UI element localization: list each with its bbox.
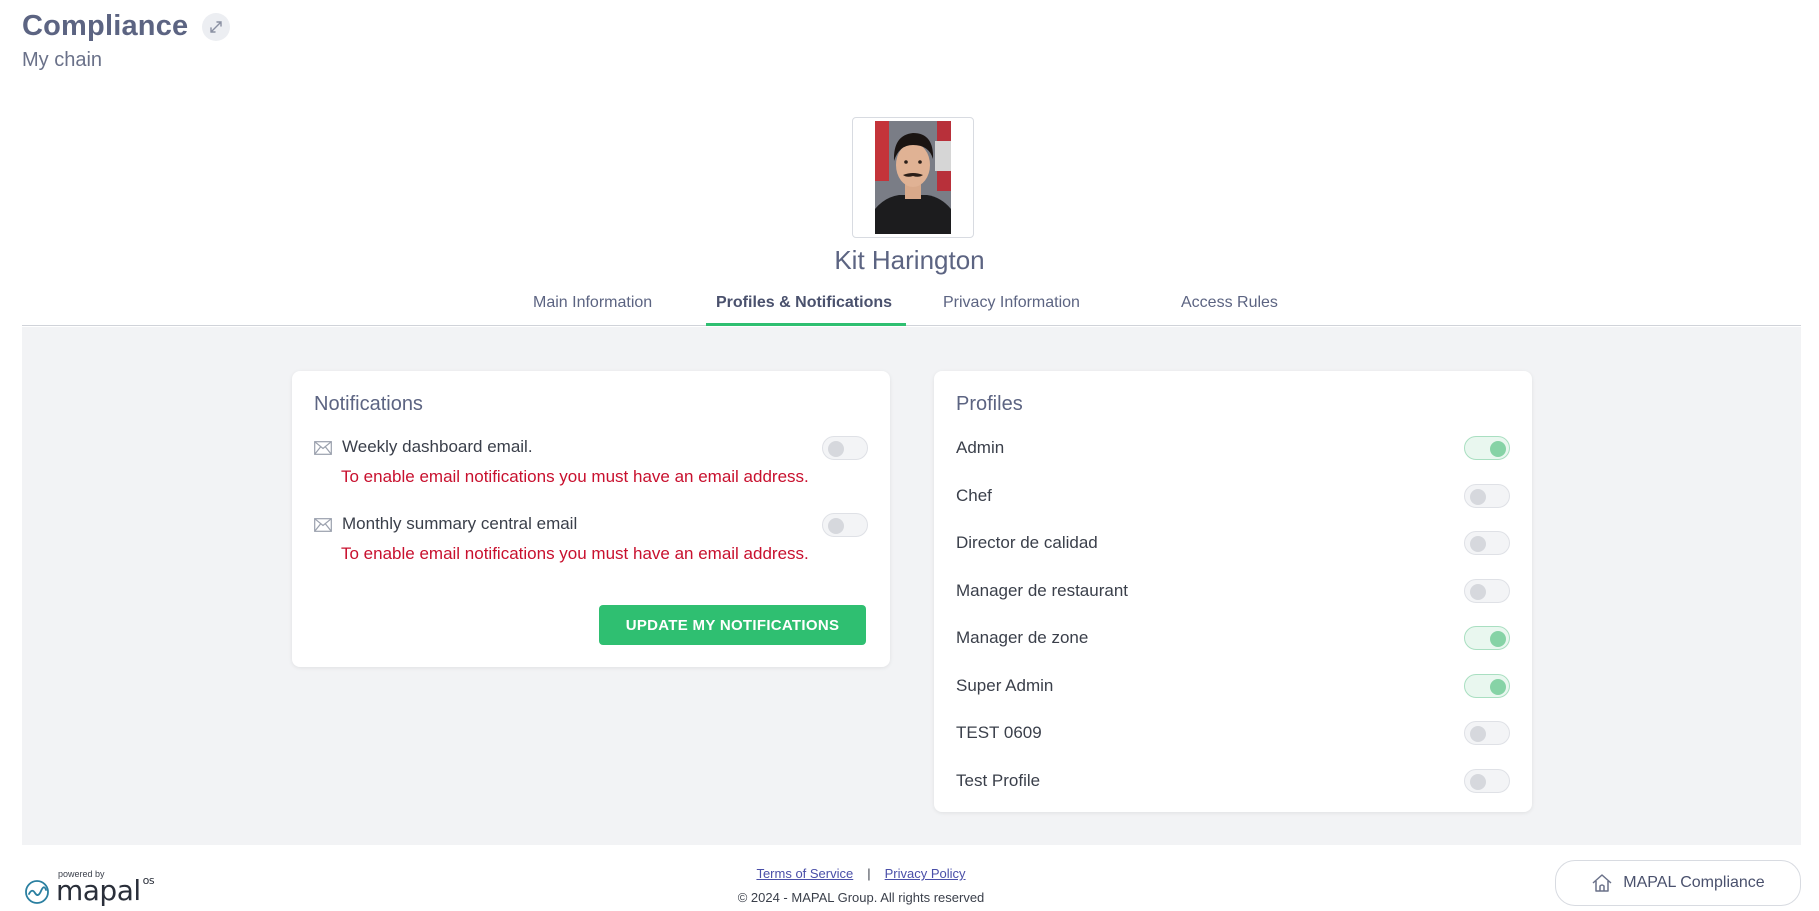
profile-toggle[interactable] bbox=[1464, 531, 1510, 555]
profiles-title: Profiles bbox=[956, 393, 1023, 415]
home-icon bbox=[1592, 874, 1612, 892]
profile-label: Chef bbox=[956, 485, 992, 505]
mail-icon bbox=[314, 518, 332, 532]
profile-item: Admin bbox=[956, 436, 1510, 461]
tab-privacy-information[interactable]: Privacy Information bbox=[943, 294, 1080, 312]
toggle-knob bbox=[1470, 773, 1486, 790]
profiles-card: Profiles Admin Chef Director de calidad Man… bbox=[934, 371, 1532, 812]
notification-label: Weekly dashboard email. bbox=[342, 437, 533, 456]
content-area bbox=[22, 327, 1801, 845]
mail-icon bbox=[314, 441, 332, 455]
mapal-compliance-button[interactable]: MAPAL Compliance bbox=[1555, 860, 1801, 906]
toggle-knob bbox=[1490, 678, 1506, 695]
profile-item: TEST 0609 bbox=[956, 721, 1510, 746]
notification-label: Monthly summary central email bbox=[342, 514, 578, 533]
notifications-title: Notifications bbox=[314, 393, 423, 415]
profile-item: Director de calidad bbox=[956, 531, 1510, 556]
toggle-knob bbox=[1470, 488, 1486, 505]
page-subtitle: My chain bbox=[22, 49, 103, 71]
profile-toggle[interactable] bbox=[1464, 483, 1510, 508]
tab-main-information[interactable]: Main Information bbox=[533, 294, 652, 312]
toggle-knob bbox=[1470, 536, 1486, 552]
toggle-knob bbox=[1490, 441, 1506, 457]
profile-label: Manager de zone bbox=[956, 628, 1089, 647]
monthly-email-toggle[interactable] bbox=[822, 513, 868, 537]
profile-item: Manager de zone bbox=[956, 626, 1510, 651]
expand-button[interactable] bbox=[202, 12, 231, 41]
terms-link[interactable]: Terms of Service bbox=[756, 866, 853, 881]
profile-item: Super Admin bbox=[956, 673, 1510, 699]
footer-links: Terms of Service | Privacy Policy bbox=[0, 866, 1722, 881]
profile-label: Director de calidad bbox=[956, 533, 1098, 552]
notifications-card: Notifications Weekly dashboard email. To… bbox=[292, 371, 890, 667]
profile-toggle[interactable] bbox=[1464, 673, 1510, 698]
toggle-knob bbox=[1490, 631, 1506, 647]
notification-error: To enable email notifications you must h… bbox=[341, 544, 809, 563]
copyright: © 2024 - MAPAL Group. All rights reserve… bbox=[737, 890, 985, 905]
weekly-email-toggle[interactable] bbox=[822, 436, 868, 460]
expand-icon bbox=[210, 20, 223, 33]
page-header: Compliance My chain bbox=[22, 10, 231, 72]
profile-toggle[interactable] bbox=[1464, 768, 1510, 793]
toggle-knob bbox=[828, 441, 844, 457]
profile-item: Chef bbox=[956, 483, 1510, 509]
user-photo bbox=[875, 121, 951, 234]
tab-access-rules[interactable]: Access Rules bbox=[1181, 294, 1278, 312]
profile-label: TEST 0609 bbox=[956, 723, 1042, 742]
toggle-knob bbox=[828, 518, 844, 534]
profile-item: Test Profile bbox=[956, 768, 1510, 794]
user-name: Kit Harington bbox=[834, 245, 985, 275]
profile-label: Admin bbox=[956, 438, 1005, 457]
profile-toggle[interactable] bbox=[1464, 578, 1510, 603]
avatar[interactable] bbox=[852, 117, 974, 238]
toggle-knob bbox=[1470, 726, 1486, 742]
tab-bar: Main Information Profiles & Notification… bbox=[22, 286, 1801, 326]
profile-label: Super Admin bbox=[956, 675, 1054, 695]
notification-error: To enable email notifications you must h… bbox=[341, 467, 809, 486]
profile-label: Test Profile bbox=[956, 770, 1041, 790]
privacy-link[interactable]: Privacy Policy bbox=[885, 866, 966, 881]
profile-toggle[interactable] bbox=[1464, 436, 1510, 460]
active-tab-indicator bbox=[706, 323, 906, 326]
profile-toggle[interactable] bbox=[1464, 626, 1510, 650]
footer-separator: | bbox=[867, 866, 871, 881]
tab-profiles-notifications[interactable]: Profiles & Notifications bbox=[716, 294, 892, 312]
profile-item: Manager de restaurant bbox=[956, 578, 1510, 604]
update-notifications-button[interactable]: UPDATE MY NOTIFICATIONS bbox=[599, 605, 866, 645]
mapal-compliance-label: MAPAL Compliance bbox=[1623, 874, 1765, 891]
toggle-knob bbox=[1470, 583, 1486, 600]
profile-label: Manager de restaurant bbox=[956, 580, 1128, 600]
app-title: Compliance bbox=[22, 10, 189, 42]
profile-toggle[interactable] bbox=[1464, 721, 1510, 745]
